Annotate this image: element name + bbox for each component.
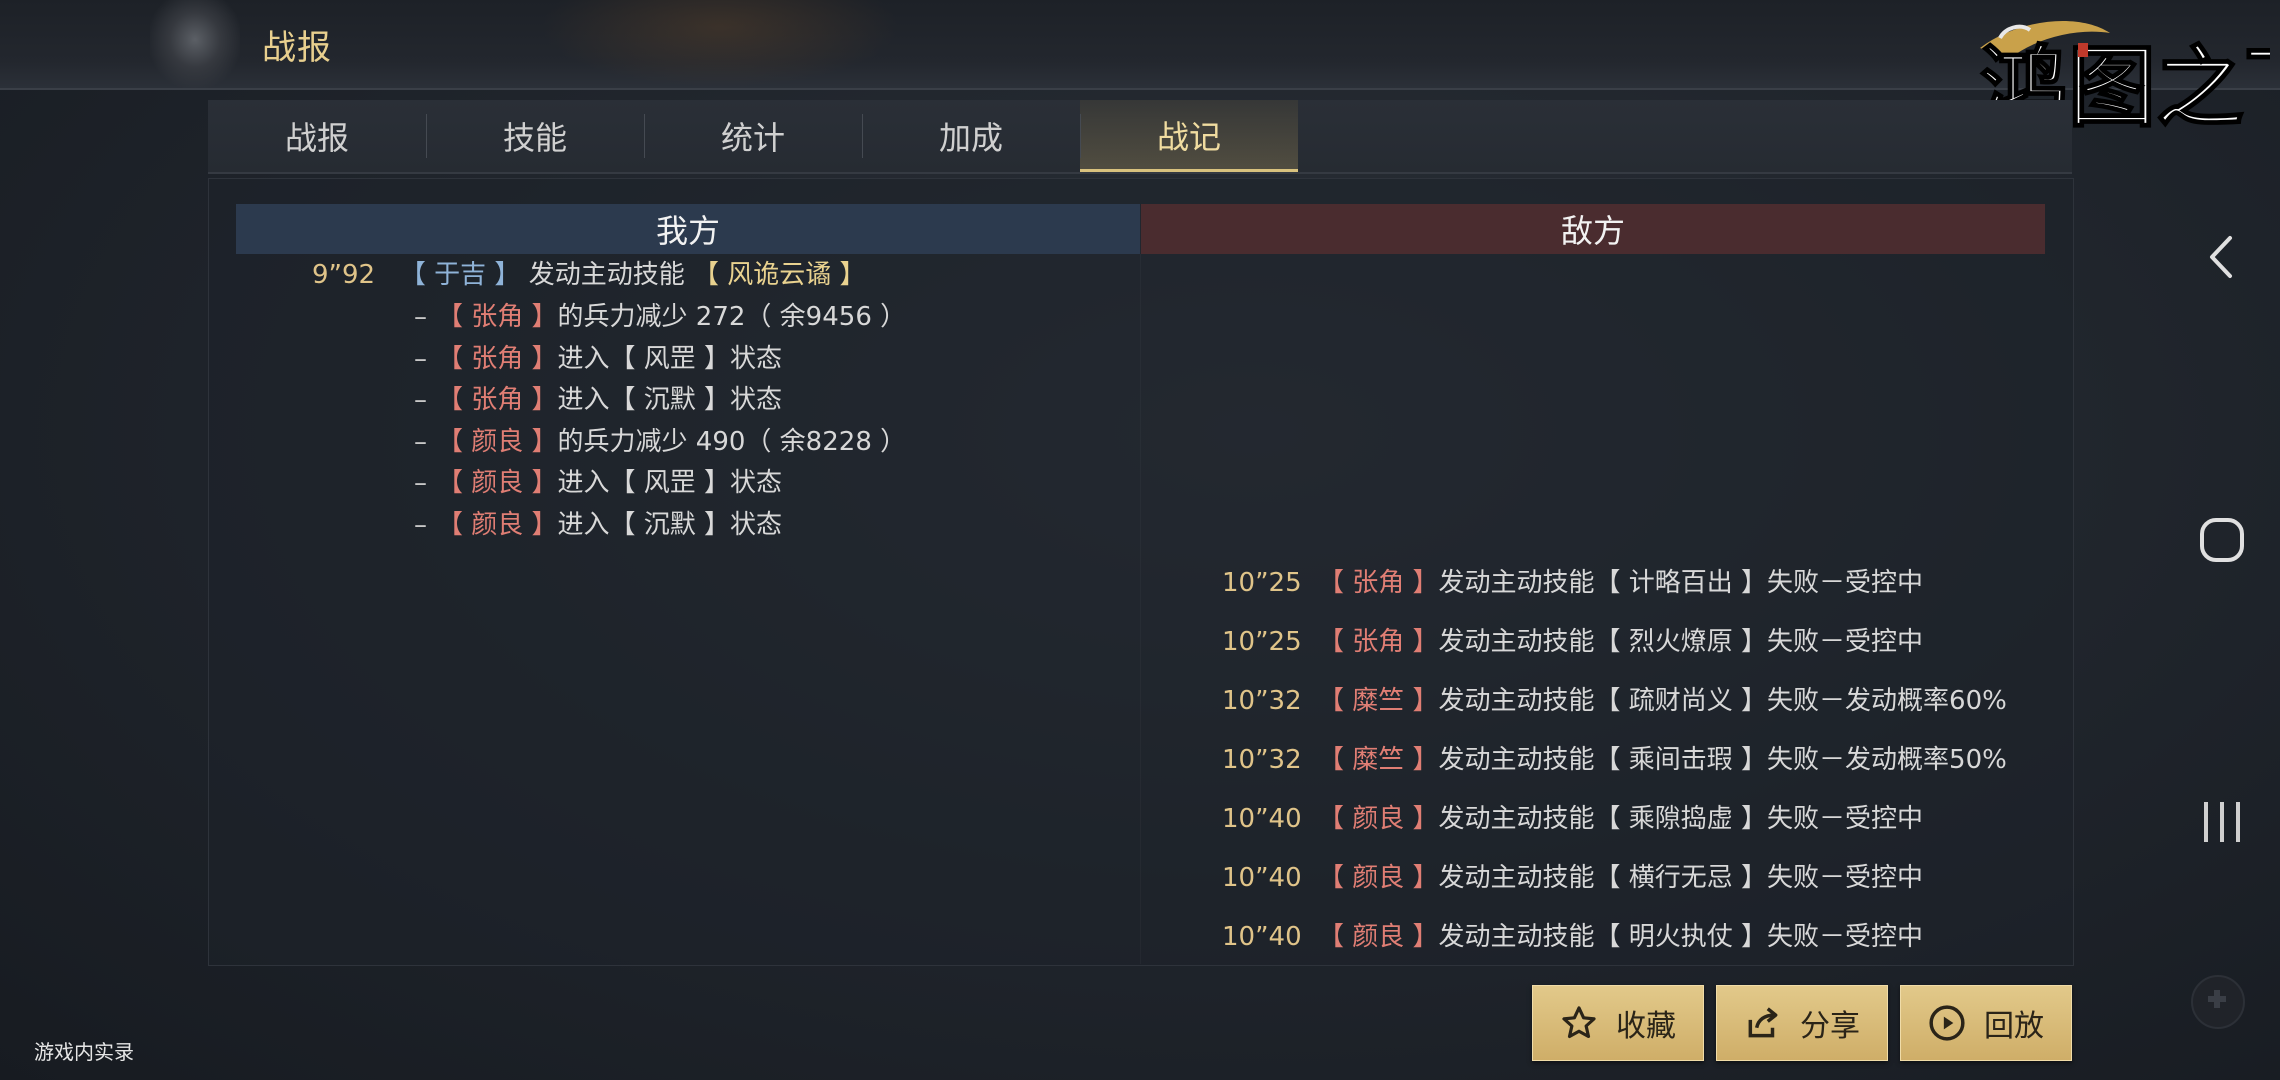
log-actor: 【 于吉 】 bbox=[399, 260, 521, 290]
effect-text: 进入【 风罡 】状态 bbox=[557, 344, 783, 374]
tab-battle-log[interactable]: 战记 bbox=[1080, 100, 1298, 172]
tab-bonus[interactable]: 加成 bbox=[862, 100, 1080, 172]
log-effect: – 【 颜良 】进入【 沉默 】状态 bbox=[414, 510, 783, 540]
header-glow bbox=[540, 0, 900, 88]
log-time: 10”32 bbox=[1222, 686, 1302, 716]
log-entry: 10”32 【 糜竺 】发动主动技能【 疏财尚义 】失败－发动概率60% bbox=[1222, 680, 2007, 717]
log-effect: – 【 颜良 】的兵力减少 490（ 余8228 ） bbox=[414, 427, 907, 457]
share-button[interactable]: 分享 bbox=[1716, 985, 1888, 1061]
tab-statistics[interactable]: 统计 bbox=[644, 100, 862, 172]
log-actor: 【 颜良 】 bbox=[1318, 863, 1439, 893]
effect-text: 的兵力减少 490（ 余8228 ） bbox=[557, 427, 907, 457]
effect-target: 【 张角 】 bbox=[437, 385, 558, 415]
log-action: 发动主动技能【 明火执仗 】失败－受控中 bbox=[1438, 922, 1924, 952]
log-effect: – 【 张角 】的兵力减少 272（ 余9456 ） bbox=[414, 302, 907, 332]
log-entry: 10”25 【 张角 】发动主动技能【 烈火燎原 】失败－受控中 bbox=[1222, 621, 1923, 658]
our-side-header: 我方 bbox=[236, 204, 1140, 254]
share-label: 分享 bbox=[1800, 1009, 1860, 1044]
log-actor: 【 糜竺 】 bbox=[1318, 686, 1439, 716]
tab-label: 统计 bbox=[720, 119, 785, 157]
play-icon bbox=[1929, 1005, 1965, 1041]
home-icon[interactable] bbox=[2198, 516, 2246, 564]
footer-note: 游戏内实录 bbox=[34, 1040, 134, 1064]
favorite-button[interactable]: 收藏 bbox=[1532, 985, 1704, 1061]
log-actor: 【 张角 】 bbox=[1318, 627, 1439, 657]
effect-target: 【 颜良 】 bbox=[437, 510, 558, 540]
effect-target: 【 颜良 】 bbox=[437, 468, 558, 498]
log-effect: – 【 张角 】进入【 风罡 】状态 bbox=[414, 344, 783, 374]
log-entry: 9”92 【 于吉 】 发动主动技能 【 风诡云谲 】 bbox=[312, 254, 866, 291]
tab-battle-report[interactable]: 战报 bbox=[208, 100, 426, 172]
log-time: 10”40 bbox=[1222, 922, 1302, 952]
log-action: 发动主动技能【 疏财尚义 】失败－发动概率60% bbox=[1438, 686, 2007, 716]
top-bar: 战报 bbox=[0, 0, 2280, 90]
log-actor: 【 颜良 】 bbox=[1318, 922, 1439, 952]
log-action: 发动主动技能 bbox=[528, 260, 685, 290]
replay-button[interactable]: 回放 bbox=[1900, 985, 2072, 1061]
log-entry: 10”40 【 颜良 】发动主动技能【 明火执仗 】失败－受控中 bbox=[1222, 916, 1923, 953]
tab-bar: 战报 技能 统计 加成 战记 bbox=[208, 100, 2072, 174]
log-entry: 10”25 【 张角 】发动主动技能【 计略百出 】失败－受控中 bbox=[1222, 562, 1923, 599]
log-action: 发动主动技能【 乘隙捣虚 】失败－受控中 bbox=[1438, 804, 1924, 834]
star-icon bbox=[1562, 1006, 1596, 1039]
tab-label: 技能 bbox=[502, 119, 567, 157]
tab-label: 战报 bbox=[284, 119, 349, 157]
effect-target: 【 张角 】 bbox=[437, 344, 558, 374]
page-title: 战报 bbox=[262, 28, 332, 68]
effect-text: 进入【 沉默 】状态 bbox=[557, 510, 783, 540]
log-actor: 【 糜竺 】 bbox=[1318, 745, 1439, 775]
tab-label: 战记 bbox=[1156, 117, 1221, 156]
share-icon bbox=[1748, 1007, 1778, 1038]
header-decoration bbox=[150, 0, 240, 88]
log-action: 发动主动技能【 横行无忌 】失败－受控中 bbox=[1438, 863, 1924, 893]
log-time: 10”25 bbox=[1222, 568, 1302, 598]
log-entry: 10”40 【 颜良 】发动主动技能【 乘隙捣虚 】失败－受控中 bbox=[1222, 798, 1923, 835]
log-time: 10”40 bbox=[1222, 863, 1302, 893]
log-effect: – 【 颜良 】进入【 风罡 】状态 bbox=[414, 468, 783, 498]
gamepad-icon[interactable] bbox=[2190, 974, 2246, 1030]
replay-label: 回放 bbox=[1984, 1009, 2044, 1044]
log-time: 9”92 bbox=[312, 260, 376, 290]
log-skill: 【 风诡云谲 】 bbox=[692, 260, 866, 290]
log-actor: 【 张角 】 bbox=[1318, 568, 1439, 598]
effect-target: 【 张角 】 bbox=[437, 302, 558, 332]
favorite-label: 收藏 bbox=[1616, 1009, 1676, 1044]
log-effect: – 【 张角 】进入【 沉默 】状态 bbox=[414, 385, 783, 415]
log-time: 10”40 bbox=[1222, 804, 1302, 834]
log-action: 发动主动技能【 乘间击瑕 】失败－发动概率50% bbox=[1438, 745, 2007, 775]
log-time: 10”32 bbox=[1222, 745, 1302, 775]
log-entry: 10”40 【 颜良 】发动主动技能【 横行无忌 】失败－受控中 bbox=[1222, 857, 1923, 894]
log-action: 发动主动技能【 计略百出 】失败－受控中 bbox=[1438, 568, 1924, 598]
back-icon[interactable] bbox=[2204, 234, 2240, 280]
log-actor: 【 颜良 】 bbox=[1318, 804, 1439, 834]
log-time: 10”25 bbox=[1222, 627, 1302, 657]
column-divider bbox=[1140, 254, 1141, 964]
effect-text: 的兵力减少 272（ 余9456 ） bbox=[557, 302, 907, 332]
log-action: 发动主动技能【 烈火燎原 】失败－受控中 bbox=[1438, 627, 1924, 657]
effect-text: 进入【 沉默 】状态 bbox=[557, 385, 783, 415]
enemy-side-header: 敌方 bbox=[1141, 204, 2045, 254]
recents-icon[interactable] bbox=[2200, 800, 2244, 844]
tab-skills[interactable]: 技能 bbox=[426, 100, 644, 172]
log-entry: 10”32 【 糜竺 】发动主动技能【 乘间击瑕 】失败－发动概率50% bbox=[1222, 739, 2007, 776]
effect-target: 【 颜良 】 bbox=[437, 427, 558, 457]
tab-label: 加成 bbox=[938, 119, 1003, 157]
effect-text: 进入【 风罡 】状态 bbox=[557, 468, 783, 498]
